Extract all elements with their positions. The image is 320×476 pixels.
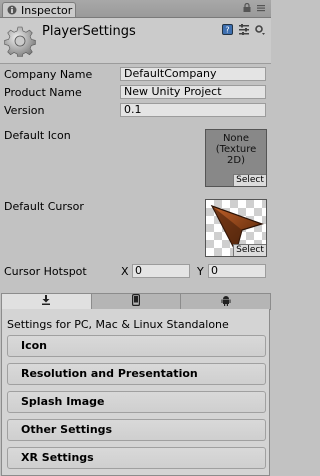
gear-icon [4, 25, 36, 59]
tab-standalone[interactable] [1, 293, 92, 310]
inspector-tab[interactable]: Inspector [2, 2, 76, 17]
product-name-label: Product Name [4, 86, 82, 99]
standalone-download-icon [41, 295, 51, 308]
settings-menu-icon[interactable] [255, 24, 265, 35]
company-name-label: Company Name [4, 68, 93, 81]
info-icon [7, 5, 17, 15]
svg-text:?: ? [225, 26, 229, 35]
inspector-window: Inspector PlayerSettings ? Company Name … [0, 0, 272, 476]
default-cursor-label: Default Cursor [4, 200, 84, 213]
section-icon[interactable]: Icon [7, 335, 266, 357]
panel-title: Settings for PC, Mac & Linux Standalone [7, 318, 229, 331]
lock-icon[interactable] [243, 3, 251, 12]
help-icon[interactable]: ? [222, 24, 233, 35]
menu-icon[interactable] [257, 4, 265, 12]
product-name-field[interactable]: New Unity Project [120, 85, 266, 99]
inspector-header: PlayerSettings ? [0, 18, 271, 64]
default-icon-select-button[interactable]: Select [233, 174, 266, 186]
tab-android[interactable] [180, 293, 272, 310]
hotspot-y-field[interactable]: 0 [208, 264, 266, 278]
preset-icon[interactable] [238, 24, 250, 35]
default-icon-label: Default Icon [4, 129, 71, 142]
company-name-field[interactable]: DefaultCompany [120, 67, 266, 81]
platform-settings-panel: Settings for PC, Mac & Linux Standalone … [1, 309, 270, 476]
tab-ios[interactable] [90, 293, 182, 310]
window-tab-bar: Inspector [0, 0, 271, 18]
android-icon [221, 295, 231, 309]
version-label: Version [4, 104, 45, 117]
section-resolution-and-presentation[interactable]: Resolution and Presentation [7, 363, 266, 385]
default-icon-slot[interactable]: None (Texture 2D) Select [205, 129, 267, 187]
hotspot-x-label: X [121, 265, 129, 278]
section-xr-settings[interactable]: XR Settings [7, 447, 266, 469]
section-other-settings[interactable]: Other Settings [7, 419, 266, 441]
section-splash-image[interactable]: Splash Image [7, 391, 266, 413]
hotspot-x-field[interactable]: 0 [132, 264, 190, 278]
cursor-hotspot-label: Cursor Hotspot [4, 265, 87, 278]
version-field[interactable]: 0.1 [120, 103, 266, 117]
page-title: PlayerSettings [42, 24, 136, 39]
hotspot-y-label: Y [197, 265, 204, 278]
inspector-tab-label: Inspector [21, 3, 73, 17]
platform-tabs [1, 293, 272, 310]
default-icon-slot-text: None (Texture 2D) [215, 133, 257, 166]
mobile-phone-icon [132, 294, 141, 309]
default-cursor-slot[interactable]: Select [205, 199, 267, 257]
default-cursor-select-button[interactable]: Select [233, 244, 266, 256]
